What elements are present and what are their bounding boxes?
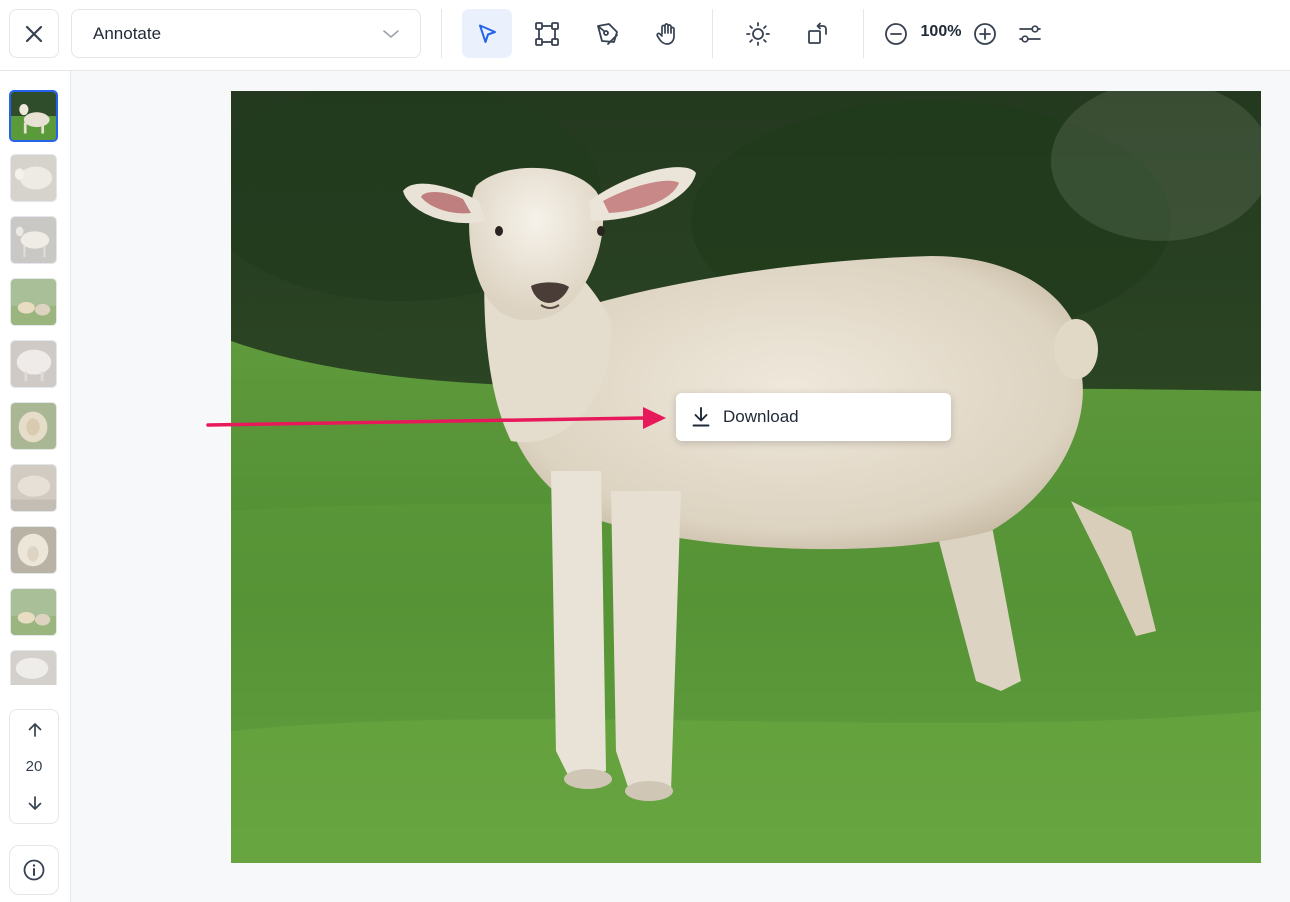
toolbar-divider xyxy=(863,9,864,58)
rotate-tool-button[interactable] xyxy=(793,9,843,58)
select-tool-button[interactable] xyxy=(462,9,512,58)
mode-select[interactable]: Annotate xyxy=(71,9,421,58)
chevron-down-icon xyxy=(383,29,399,38)
sliders-icon xyxy=(1019,24,1041,43)
hand-icon xyxy=(656,22,675,45)
arrow-up-icon xyxy=(28,723,42,737)
sun-icon xyxy=(746,21,770,46)
toolbar-divider xyxy=(712,9,713,58)
thumbnail-10[interactable] xyxy=(10,650,57,685)
settings-button[interactable] xyxy=(1005,9,1055,58)
bounding-box-icon xyxy=(535,21,559,46)
plus-circle-icon xyxy=(974,22,996,45)
thumbnail-4[interactable] xyxy=(10,278,57,326)
toolbar: Annotate 100% xyxy=(0,0,1290,71)
zoom-in-button[interactable] xyxy=(960,9,1010,58)
rectangle-tool-button[interactable] xyxy=(522,9,572,58)
info-icon xyxy=(23,859,45,881)
rotate-icon xyxy=(808,22,827,44)
page-number: 20 xyxy=(25,758,43,775)
thumbnail-9[interactable] xyxy=(10,588,57,636)
toolbar-divider xyxy=(441,9,442,58)
context-menu: Download xyxy=(676,393,951,441)
pan-tool-button[interactable] xyxy=(642,9,692,58)
pointer-icon xyxy=(479,24,496,43)
close-button[interactable] xyxy=(9,9,59,58)
pen-tool-button[interactable] xyxy=(582,9,632,58)
zoom-out-button[interactable] xyxy=(871,9,921,58)
thumbnail-2[interactable] xyxy=(10,154,57,202)
mode-select-value: Annotate xyxy=(93,23,162,43)
thumbnail-8[interactable] xyxy=(10,526,57,574)
thumbnail-6[interactable] xyxy=(10,402,57,450)
page-up-button[interactable] xyxy=(23,718,47,742)
download-icon xyxy=(692,407,710,427)
thumbnail-3[interactable] xyxy=(10,216,57,264)
main-image[interactable] xyxy=(231,91,1261,863)
thumbnail-7[interactable] xyxy=(10,464,57,512)
download-menu-item[interactable]: Download xyxy=(691,406,799,428)
brightness-tool-button[interactable] xyxy=(733,9,783,58)
minus-circle-icon xyxy=(885,22,907,45)
close-icon xyxy=(25,25,43,42)
thumbnail-list[interactable] xyxy=(9,89,59,685)
page-navigator: 20 xyxy=(9,709,59,824)
thumbnail-sidebar: 20 xyxy=(0,71,71,902)
download-label: Download xyxy=(723,407,799,426)
info-button[interactable] xyxy=(9,845,59,895)
thumbnail-1[interactable] xyxy=(9,90,58,142)
page-down-button[interactable] xyxy=(23,791,47,815)
arrow-down-icon xyxy=(28,796,42,810)
thumbnail-5[interactable] xyxy=(10,340,57,388)
pen-nib-icon xyxy=(597,22,618,45)
